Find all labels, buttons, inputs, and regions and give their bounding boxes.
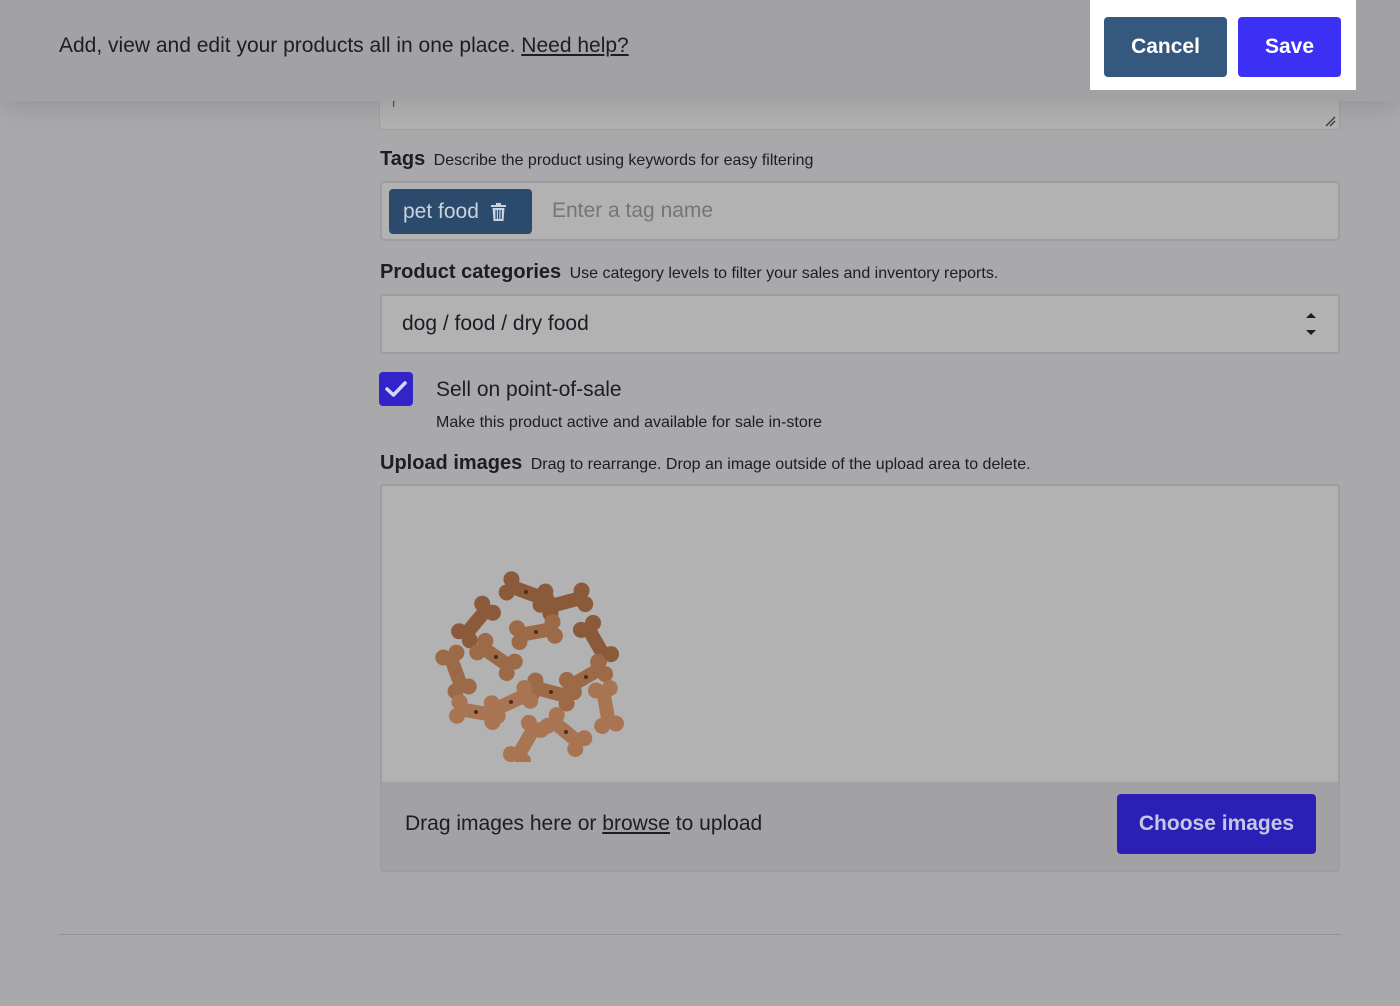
product-image-dog-treats[interactable] <box>416 562 646 762</box>
upload-suffix: to upload <box>669 812 763 835</box>
upload-area[interactable]: Drag images here or browse to upload Cho… <box>380 484 1340 872</box>
pos-label[interactable]: Sell on point-of-sale <box>436 378 622 402</box>
resize-handle-icon[interactable] <box>1324 115 1336 127</box>
categories-selected-value: dog / food / dry food <box>402 312 589 335</box>
top-bar: Add, view and edit your products all in … <box>0 0 1400 101</box>
tags-label: Tags <box>380 148 426 170</box>
tags-field[interactable]: pet food <box>380 181 1340 241</box>
upload-label-row: Upload images Drag to rearrange. Drop an… <box>380 452 1031 475</box>
upload-drag-text: Drag images here or browse to upload <box>405 812 762 836</box>
categories-label: Product categories <box>380 261 562 283</box>
tag-name-input[interactable] <box>552 199 1152 223</box>
tags-help: Describe the product using keywords for … <box>433 152 814 169</box>
pos-checkbox[interactable] <box>379 372 413 406</box>
page: Add, view and edit your products all in … <box>0 0 1400 1006</box>
browse-link[interactable]: browse <box>602 812 670 835</box>
checkmark-icon <box>385 381 407 397</box>
header-description: Add, view and edit your products all in … <box>59 34 629 58</box>
pos-help: Make this product active and available f… <box>436 414 822 431</box>
save-button[interactable]: Save <box>1238 17 1341 77</box>
tag-chip[interactable]: pet food <box>389 189 532 234</box>
trash-icon[interactable] <box>490 202 506 221</box>
categories-label-row: Product categories Use category levels t… <box>380 261 998 284</box>
need-help-link[interactable]: Need help? <box>521 34 628 57</box>
upload-label: Upload images <box>380 452 523 474</box>
upload-help: Drag to rearrange. Drop an image outside… <box>530 456 1031 473</box>
upload-footer: Drag images here or browse to upload Cho… <box>382 782 1338 870</box>
header-description-text: Add, view and edit your products all in … <box>59 34 516 57</box>
tags-label-row: Tags Describe the product using keywords… <box>380 148 813 171</box>
cancel-button[interactable]: Cancel <box>1104 17 1227 77</box>
categories-help: Use category levels to filter your sales… <box>569 265 999 282</box>
categories-select[interactable]: dog / food / dry food <box>380 294 1340 354</box>
tag-chip-label: pet food <box>403 199 479 223</box>
upload-prefix: Drag images here or <box>405 812 603 835</box>
select-arrows-icon <box>1306 313 1316 335</box>
divider <box>59 934 1341 935</box>
choose-images-button[interactable]: Choose images <box>1117 794 1316 854</box>
